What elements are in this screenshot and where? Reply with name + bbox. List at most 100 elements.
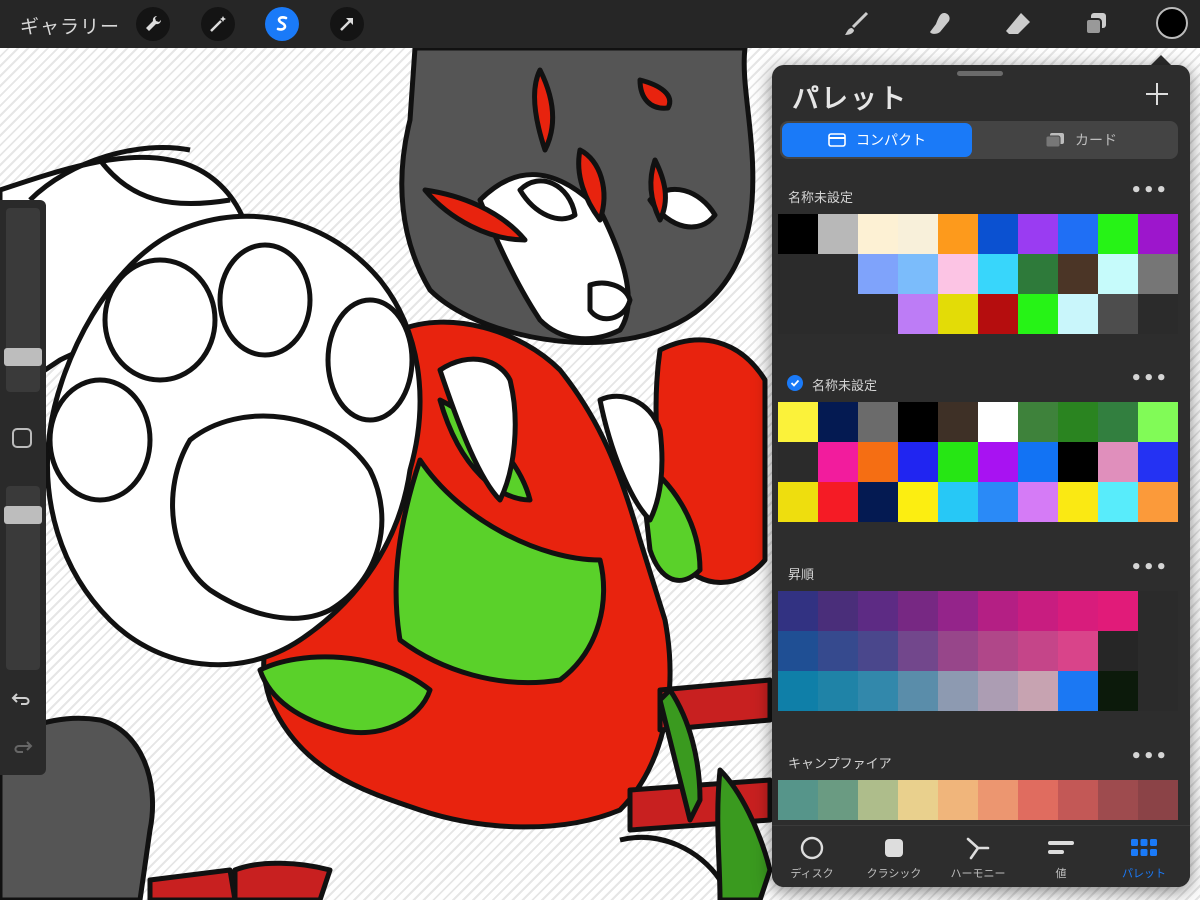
color-swatch[interactable] — [1138, 780, 1178, 820]
color-swatch[interactable] — [818, 591, 858, 631]
color-swatch[interactable] — [1018, 631, 1058, 671]
color-swatch[interactable] — [858, 214, 898, 254]
more-options-button[interactable]: ••• — [1130, 557, 1168, 578]
color-swatch[interactable] — [938, 671, 978, 711]
tab-disc[interactable]: ディスク — [772, 826, 852, 887]
color-swatch[interactable] — [978, 254, 1018, 294]
palette-name[interactable]: 名称未設定 — [788, 187, 853, 206]
color-swatch[interactable] — [778, 780, 818, 820]
opacity-slider[interactable] — [4, 486, 42, 670]
color-swatch[interactable] — [778, 442, 818, 482]
color-swatch[interactable] — [898, 591, 938, 631]
color-swatch[interactable] — [1098, 214, 1138, 254]
color-swatch[interactable] — [978, 214, 1018, 254]
color-swatch[interactable] — [1018, 780, 1058, 820]
color-swatch[interactable] — [1018, 214, 1058, 254]
color-swatch[interactable] — [1138, 294, 1178, 334]
color-swatch[interactable] — [1058, 294, 1098, 334]
palette-name[interactable]: キャンプファイア — [788, 753, 892, 772]
color-swatch[interactable] — [1058, 402, 1098, 442]
color-swatch[interactable] — [1018, 294, 1058, 334]
color-swatch[interactable] — [938, 631, 978, 671]
color-swatch[interactable] — [1058, 254, 1098, 294]
default-check-icon[interactable] — [787, 375, 803, 391]
color-swatch[interactable] — [778, 631, 818, 671]
color-swatch[interactable] — [858, 402, 898, 442]
color-swatch[interactable] — [978, 402, 1018, 442]
color-swatch[interactable] — [1058, 671, 1098, 711]
color-swatch[interactable] — [858, 631, 898, 671]
color-swatch[interactable] — [1098, 254, 1138, 294]
color-swatch[interactable] — [898, 294, 938, 334]
color-swatch[interactable] — [1058, 442, 1098, 482]
color-swatch[interactable] — [818, 294, 858, 334]
color-swatch[interactable] — [778, 214, 818, 254]
brush-size-slider[interactable] — [4, 208, 42, 392]
color-swatch[interactable] — [1098, 294, 1138, 334]
current-color-swatch[interactable] — [1156, 7, 1188, 39]
color-swatch[interactable] — [1018, 591, 1058, 631]
color-swatch[interactable] — [1058, 780, 1098, 820]
transform-icon[interactable] — [330, 7, 364, 41]
color-swatch[interactable] — [1058, 631, 1098, 671]
color-swatch[interactable] — [818, 402, 858, 442]
color-swatch[interactable] — [778, 402, 818, 442]
color-swatch[interactable] — [778, 591, 818, 631]
color-swatch[interactable] — [818, 442, 858, 482]
color-swatch[interactable] — [858, 254, 898, 294]
color-swatch[interactable] — [858, 591, 898, 631]
color-swatch[interactable] — [898, 254, 938, 294]
color-swatch[interactable] — [1018, 254, 1058, 294]
brush-size-thumb[interactable] — [4, 348, 42, 366]
color-swatch[interactable] — [1138, 254, 1178, 294]
color-swatch[interactable] — [778, 254, 818, 294]
color-swatch[interactable] — [938, 214, 978, 254]
color-swatch[interactable] — [1058, 482, 1098, 522]
selection-icon[interactable] — [265, 7, 299, 41]
color-swatch[interactable] — [1098, 402, 1138, 442]
color-swatch[interactable] — [818, 254, 858, 294]
color-swatch[interactable] — [1098, 482, 1138, 522]
color-swatch[interactable] — [1138, 482, 1178, 522]
color-swatch[interactable] — [778, 671, 818, 711]
brush-icon[interactable] — [840, 8, 872, 40]
color-swatch[interactable] — [938, 402, 978, 442]
color-swatch[interactable] — [858, 780, 898, 820]
color-swatch[interactable] — [818, 482, 858, 522]
modify-button[interactable] — [12, 428, 32, 448]
opacity-thumb[interactable] — [4, 506, 42, 524]
color-swatch[interactable] — [898, 780, 938, 820]
color-swatch[interactable] — [1138, 591, 1178, 631]
color-swatch[interactable] — [978, 442, 1018, 482]
color-swatch[interactable] — [858, 671, 898, 711]
tab-classic[interactable]: クラシック — [854, 826, 934, 887]
color-swatch[interactable] — [818, 671, 858, 711]
layers-icon[interactable] — [1080, 8, 1112, 40]
redo-icon[interactable] — [11, 736, 33, 763]
tab-palette[interactable]: パレット — [1104, 826, 1184, 887]
smudge-icon[interactable] — [924, 8, 956, 40]
more-options-button[interactable]: ••• — [1130, 746, 1168, 767]
tab-compact[interactable]: コンパクト — [782, 123, 972, 157]
color-swatch[interactable] — [818, 780, 858, 820]
color-swatch[interactable] — [858, 482, 898, 522]
color-swatch[interactable] — [898, 214, 938, 254]
palette-name[interactable]: 名称未設定 — [812, 375, 877, 394]
color-swatch[interactable] — [978, 780, 1018, 820]
eraser-icon[interactable] — [1002, 8, 1034, 40]
tab-harmony[interactable]: ハーモニー — [938, 826, 1018, 887]
more-options-button[interactable]: ••• — [1130, 368, 1168, 389]
color-swatch[interactable] — [1058, 214, 1098, 254]
color-swatch[interactable] — [898, 482, 938, 522]
undo-icon[interactable] — [11, 688, 33, 715]
wrench-icon[interactable] — [136, 7, 170, 41]
color-swatch[interactable] — [1018, 442, 1058, 482]
color-swatch[interactable] — [978, 591, 1018, 631]
tab-value[interactable]: 値 — [1021, 826, 1101, 887]
color-swatch[interactable] — [818, 631, 858, 671]
color-swatch[interactable] — [858, 294, 898, 334]
color-swatch[interactable] — [938, 591, 978, 631]
panel-grabber[interactable] — [957, 71, 1003, 76]
color-swatch[interactable] — [898, 631, 938, 671]
color-swatch[interactable] — [818, 214, 858, 254]
